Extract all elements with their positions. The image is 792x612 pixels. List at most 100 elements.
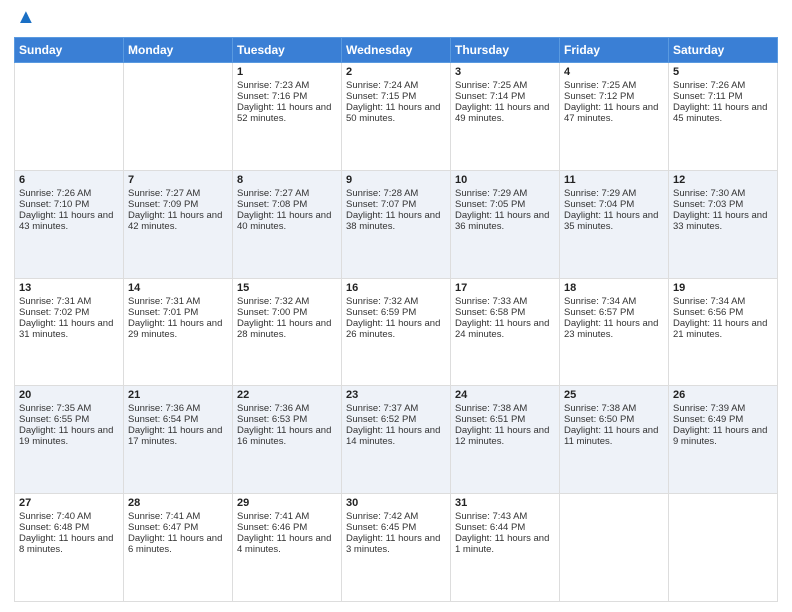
calendar-cell: 21Sunrise: 7:36 AMSunset: 6:54 PMDayligh… (124, 386, 233, 494)
calendar-cell: 1Sunrise: 7:23 AMSunset: 7:16 PMDaylight… (233, 63, 342, 171)
calendar-cell (15, 63, 124, 171)
daylight-text: Daylight: 11 hours and 52 minutes. (237, 102, 337, 124)
sunset-text: Sunset: 6:50 PM (564, 414, 664, 425)
daylight-text: Daylight: 11 hours and 4 minutes. (237, 533, 337, 555)
daylight-text: Daylight: 11 hours and 11 minutes. (564, 425, 664, 447)
day-header-saturday: Saturday (669, 38, 778, 63)
daylight-text: Daylight: 11 hours and 9 minutes. (673, 425, 773, 447)
sunrise-text: Sunrise: 7:42 AM (346, 511, 446, 522)
day-number: 28 (128, 497, 228, 509)
sunset-text: Sunset: 7:03 PM (673, 199, 773, 210)
daylight-text: Daylight: 11 hours and 45 minutes. (673, 102, 773, 124)
daylight-text: Daylight: 11 hours and 3 minutes. (346, 533, 446, 555)
sunrise-text: Sunrise: 7:29 AM (564, 188, 664, 199)
calendar-cell: 3Sunrise: 7:25 AMSunset: 7:14 PMDaylight… (451, 63, 560, 171)
day-number: 10 (455, 174, 555, 186)
calendar-week-row: 20Sunrise: 7:35 AMSunset: 6:55 PMDayligh… (15, 386, 778, 494)
day-number: 4 (564, 66, 664, 78)
calendar-week-row: 13Sunrise: 7:31 AMSunset: 7:02 PMDayligh… (15, 278, 778, 386)
sunrise-text: Sunrise: 7:27 AM (237, 188, 337, 199)
daylight-text: Daylight: 11 hours and 38 minutes. (346, 210, 446, 232)
calendar-cell: 29Sunrise: 7:41 AMSunset: 6:46 PMDayligh… (233, 494, 342, 602)
sunset-text: Sunset: 7:15 PM (346, 91, 446, 102)
calendar-cell: 28Sunrise: 7:41 AMSunset: 6:47 PMDayligh… (124, 494, 233, 602)
calendar-cell: 22Sunrise: 7:36 AMSunset: 6:53 PMDayligh… (233, 386, 342, 494)
sunset-text: Sunset: 7:11 PM (673, 91, 773, 102)
day-number: 19 (673, 282, 773, 294)
sunset-text: Sunset: 6:49 PM (673, 414, 773, 425)
sunset-text: Sunset: 6:58 PM (455, 307, 555, 318)
sunrise-text: Sunrise: 7:25 AM (564, 80, 664, 91)
day-number: 12 (673, 174, 773, 186)
calendar-cell: 27Sunrise: 7:40 AMSunset: 6:48 PMDayligh… (15, 494, 124, 602)
sunset-text: Sunset: 7:07 PM (346, 199, 446, 210)
calendar-cell: 25 Sunrise: 7:38 AMSunset: 6:50 PMDayligh… (560, 386, 669, 494)
page: ▲ SundayMondayTuesdayWednesdayThursdayFr… (0, 0, 792, 612)
calendar-cell: 16Sunrise: 7:32 AMSunset: 6:59 PMDayligh… (342, 278, 451, 386)
sunrise-text: Sunrise: 7:35 AM (19, 403, 119, 414)
calendar-week-row: 1Sunrise: 7:23 AMSunset: 7:16 PMDaylight… (15, 63, 778, 171)
day-header-friday: Friday (560, 38, 669, 63)
sunset-text: Sunset: 6:54 PM (128, 414, 228, 425)
sunrise-text: Sunrise: 7:38 AM (455, 403, 555, 414)
day-number: 1 (237, 66, 337, 78)
day-number: 20 (19, 389, 119, 401)
calendar-cell: 9 Sunrise: 7:28 AMSunset: 7:07 PMDaylight… (342, 170, 451, 278)
daylight-text: Daylight: 11 hours and 50 minutes. (346, 102, 446, 124)
calendar-cell: 31Sunrise: 7:43 AMSunset: 6:44 PMDayligh… (451, 494, 560, 602)
day-number: 9 (346, 174, 446, 186)
calendar-cell: 12Sunrise: 7:30 AMSunset: 7:03 PMDayligh… (669, 170, 778, 278)
sunset-text: Sunset: 7:12 PM (564, 91, 664, 102)
calendar-cell: 18Sunrise: 7:34 AMSunset: 6:57 PMDayligh… (560, 278, 669, 386)
calendar-cell: 14Sunrise: 7:31 AMSunset: 7:01 PMDayligh… (124, 278, 233, 386)
sunrise-text: Sunrise: 7:24 AM (346, 80, 446, 91)
day-number: 2 (346, 66, 446, 78)
calendar-cell: 26Sunrise: 7:39 AMSunset: 6:49 PMDayligh… (669, 386, 778, 494)
day-number: 5 (673, 66, 773, 78)
calendar: SundayMondayTuesdayWednesdayThursdayFrid… (14, 37, 778, 602)
daylight-text: Daylight: 11 hours and 8 minutes. (19, 533, 119, 555)
day-number: 29 (237, 497, 337, 509)
sunset-text: Sunset: 6:51 PM (455, 414, 555, 425)
sunrise-text: Sunrise: 7:38 AM (564, 403, 664, 414)
sunrise-text: Sunrise: 7:41 AM (128, 511, 228, 522)
sunrise-text: Sunrise: 7:40 AM (19, 511, 119, 522)
sunrise-text: Sunrise: 7:31 AM (128, 296, 228, 307)
daylight-text: Daylight: 11 hours and 21 minutes. (673, 318, 773, 340)
sunset-text: Sunset: 7:10 PM (19, 199, 119, 210)
calendar-cell: 5Sunrise: 7:26 AMSunset: 7:11 PMDaylight… (669, 63, 778, 171)
sunrise-text: Sunrise: 7:32 AM (346, 296, 446, 307)
day-number: 22 (237, 389, 337, 401)
sunrise-text: Sunrise: 7:29 AM (455, 188, 555, 199)
calendar-cell (669, 494, 778, 602)
day-header-monday: Monday (124, 38, 233, 63)
calendar-header-row: SundayMondayTuesdayWednesdayThursdayFrid… (15, 38, 778, 63)
sunset-text: Sunset: 6:47 PM (128, 522, 228, 533)
calendar-cell: 20Sunrise: 7:35 AMSunset: 6:55 PMDayligh… (15, 386, 124, 494)
day-number: 6 (19, 174, 119, 186)
calendar-cell: 13Sunrise: 7:31 AMSunset: 7:02 PMDayligh… (15, 278, 124, 386)
calendar-cell: 10Sunrise: 7:29 AMSunset: 7:05 PMDayligh… (451, 170, 560, 278)
sunrise-text: Sunrise: 7:36 AM (237, 403, 337, 414)
calendar-cell: 6Sunrise: 7:26 AMSunset: 7:10 PMDaylight… (15, 170, 124, 278)
day-number: 17 (455, 282, 555, 294)
day-number: 26 (673, 389, 773, 401)
sunrise-text: Sunrise: 7:32 AM (237, 296, 337, 307)
sunrise-text: Sunrise: 7:43 AM (455, 511, 555, 522)
day-header-tuesday: Tuesday (233, 38, 342, 63)
day-number: 14 (128, 282, 228, 294)
daylight-text: Daylight: 11 hours and 28 minutes. (237, 318, 337, 340)
sunset-text: Sunset: 6:48 PM (19, 522, 119, 533)
sunrise-text: Sunrise: 7:23 AM (237, 80, 337, 91)
sunset-text: Sunset: 7:04 PM (564, 199, 664, 210)
sunrise-text: Sunrise: 7:31 AM (19, 296, 119, 307)
day-header-wednesday: Wednesday (342, 38, 451, 63)
calendar-cell: 30Sunrise: 7:42 AMSunset: 6:45 PMDayligh… (342, 494, 451, 602)
sunrise-text: Sunrise: 7:28 AM (346, 188, 446, 199)
day-number: 13 (19, 282, 119, 294)
calendar-week-row: 27Sunrise: 7:40 AMSunset: 6:48 PMDayligh… (15, 494, 778, 602)
sunset-text: Sunset: 7:01 PM (128, 307, 228, 318)
day-number: 25 (564, 389, 664, 401)
daylight-text: Daylight: 11 hours and 47 minutes. (564, 102, 664, 124)
daylight-text: Daylight: 11 hours and 14 minutes. (346, 425, 446, 447)
